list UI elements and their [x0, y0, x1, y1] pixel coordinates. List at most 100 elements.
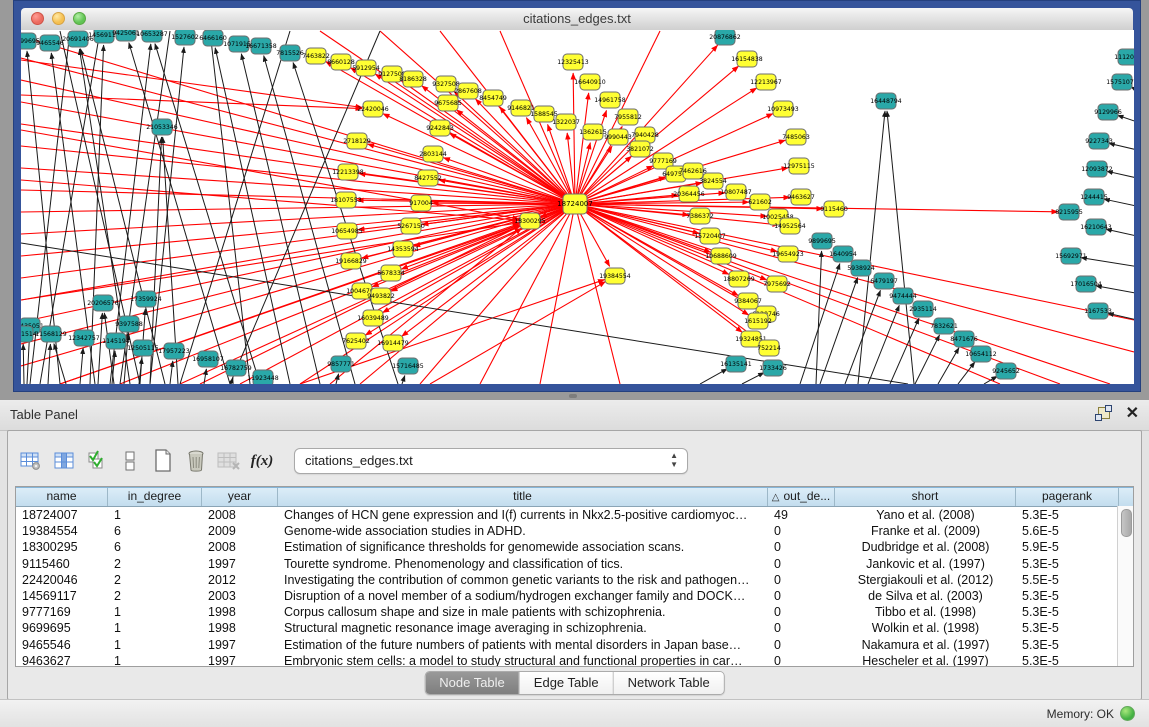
yellow-node[interactable]: 14961758 [594, 92, 626, 108]
teal-node[interactable]: 8471676 [950, 331, 978, 347]
teal-node[interactable]: 1244415 [1080, 189, 1108, 205]
teal-node[interactable]: 16448794 [870, 93, 902, 109]
table-row[interactable]: 1938455462009Genome-wide association stu… [16, 523, 1133, 539]
column-header-short[interactable]: short [835, 488, 1016, 506]
teal-node[interactable]: 9857771 [327, 356, 355, 372]
table-row[interactable]: 1830029562008Estimation of significance … [16, 539, 1133, 555]
yellow-node[interactable]: 19384554 [599, 268, 631, 284]
teal-node[interactable]: 15692971 [1055, 248, 1087, 264]
yellow-node[interactable]: 5678334 [377, 265, 405, 281]
teal-node[interactable]: 20206576 [87, 295, 119, 311]
teal-node[interactable]: 16210643 [1080, 219, 1112, 235]
teal-node[interactable]: 1733426 [759, 360, 787, 376]
network-window-titlebar[interactable]: citations_edges.txt [21, 8, 1133, 31]
teal-node[interactable]: 17957223 [158, 343, 190, 359]
yellow-node[interactable]: 7975692 [763, 276, 791, 292]
table-row[interactable]: 946362711997Embryonic stem cells: a mode… [16, 653, 1133, 667]
yellow-node[interactable]: 2718129 [343, 133, 371, 149]
yellow-node[interactable]: 19654923 [772, 246, 804, 262]
teal-node[interactable]: 9465546 [36, 35, 64, 51]
tab-node-table[interactable]: Node Table [425, 672, 520, 694]
yellow-node[interactable]: 7625402 [342, 333, 370, 349]
teal-node[interactable]: 6479197 [870, 273, 898, 289]
network-view-canvas[interactable]: 9699695946554620691406145691179425061106… [21, 30, 1134, 384]
teal-node[interactable]: 12342757 [68, 330, 100, 346]
teal-node[interactable]: 15751074 [1106, 74, 1134, 90]
yellow-node[interactable]: 3824554 [699, 173, 727, 189]
table-settings-button[interactable] [16, 446, 46, 476]
yellow-node[interactable]: 917004 [409, 195, 433, 211]
yellow-node[interactable]: 5912954 [352, 60, 380, 76]
yellow-node[interactable]: 7463822 [302, 48, 330, 64]
yellow-node[interactable]: 12213967 [750, 74, 782, 90]
teal-node[interactable]: 21053346 [146, 119, 178, 135]
column-header-year[interactable]: year [202, 488, 278, 506]
function-builder-button[interactable]: f(x) [247, 446, 277, 476]
close-panel-icon[interactable]: ✕ [1126, 405, 1139, 423]
delete-column-button[interactable] [181, 446, 211, 476]
teal-node[interactable]: 12093872 [1081, 161, 1113, 177]
column-header-pagerank[interactable]: pagerank [1016, 488, 1119, 506]
yellow-node[interactable]: 9463627 [787, 189, 815, 205]
yellow-node[interactable]: 8427552 [414, 170, 442, 186]
node-table[interactable]: namein_degreeyeartitle△out_de...shortpag… [15, 486, 1134, 667]
teal-node[interactable]: 15716485 [392, 358, 424, 374]
unselect-all-button[interactable] [115, 446, 145, 476]
yellow-node[interactable]: 16154838 [731, 51, 763, 67]
table-row[interactable]: 911546021997Tourette syndrome. Phenomeno… [16, 556, 1133, 572]
table-header-row[interactable]: namein_degreeyeartitle△out_de...shortpag… [16, 487, 1133, 507]
table-row[interactable]: 2242004622012Investigating the contribut… [16, 572, 1133, 588]
teal-node[interactable]: 17016504 [1070, 276, 1102, 292]
yellow-node[interactable]: 9990443 [604, 129, 632, 145]
teal-node[interactable]: 2935114 [909, 301, 937, 317]
yellow-node[interactable]: 10807487 [720, 184, 752, 200]
teal-node[interactable]: 1640954 [829, 246, 857, 262]
teal-node[interactable]: 9245652 [992, 363, 1020, 379]
show-column-button[interactable] [49, 446, 79, 476]
yellow-node[interactable]: 9493822 [367, 288, 395, 304]
delete-table-button[interactable] [214, 446, 244, 476]
table-row[interactable]: 1872400712008Changes of HCN gene express… [16, 507, 1133, 523]
teal-node[interactable]: 5938924 [847, 260, 875, 276]
teal-node[interactable]: 9227343 [1085, 133, 1113, 149]
yellow-node[interactable]: 12975115 [783, 158, 815, 174]
column-header-out_degree[interactable]: △out_de... [768, 488, 835, 506]
yellow-node[interactable]: 1322037 [552, 114, 580, 130]
yellow-node[interactable]: 7386372 [686, 208, 714, 224]
yellow-node[interactable]: 5267150 [397, 218, 425, 234]
tab-edge-table[interactable]: Edge Table [520, 672, 614, 694]
yellow-node[interactable]: 12213398 [332, 164, 364, 180]
column-header-name[interactable]: name [16, 488, 108, 506]
scrollbar-thumb[interactable] [1121, 509, 1132, 537]
column-header-in_degree[interactable]: in_degree [108, 488, 202, 506]
yellow-node[interactable]: 1615192 [744, 313, 772, 329]
yellow-node[interactable]: 2803144 [419, 146, 447, 162]
yellow-node[interactable]: 1362615 [579, 124, 607, 140]
teal-node[interactable]: 1527602 [171, 30, 199, 45]
yellow-node[interactable]: 15720407 [694, 228, 726, 244]
yellow-node[interactable]: 10654985 [331, 223, 363, 239]
table-row[interactable]: 977716911998Corpus callosum shape and si… [16, 604, 1133, 620]
new-column-button[interactable] [148, 446, 178, 476]
table-row[interactable]: 1456911722003Disruption of a novel membe… [16, 588, 1133, 604]
yellow-node[interactable]: 9242843 [426, 120, 454, 136]
teal-node[interactable]: 1167533 [1084, 303, 1112, 319]
yellow-node[interactable]: 8660128 [327, 54, 355, 70]
teal-node[interactable]: 9899695 [808, 233, 836, 249]
yellow-node[interactable]: 3821072 [626, 141, 654, 157]
citation-network-graph[interactable]: 9699695946554620691406145691179425061106… [21, 30, 1134, 384]
network-table-select[interactable]: citations_edges.txt ▲▼ [294, 448, 688, 474]
table-vertical-scrollbar[interactable] [1117, 506, 1133, 666]
teal-node[interactable]: 7832621 [930, 318, 958, 334]
yellow-node[interactable]: 7485063 [782, 129, 810, 145]
teal-node[interactable]: 9397588 [115, 316, 143, 332]
yellow-node[interactable]: 621602 [748, 194, 772, 210]
teal-node[interactable]: 20876862 [709, 30, 741, 45]
table-row[interactable]: 946554611997Estimation of the future num… [16, 637, 1133, 653]
teal-node[interactable]: 9474444 [889, 288, 917, 304]
teal-node[interactable]: 9129966 [1094, 104, 1122, 120]
yellow-node[interactable]: 8186328 [399, 71, 427, 87]
teal-node[interactable]: 8215955 [1055, 204, 1083, 220]
column-header-title[interactable]: title [278, 488, 768, 506]
teal-node[interactable]: 10653287 [136, 30, 168, 42]
